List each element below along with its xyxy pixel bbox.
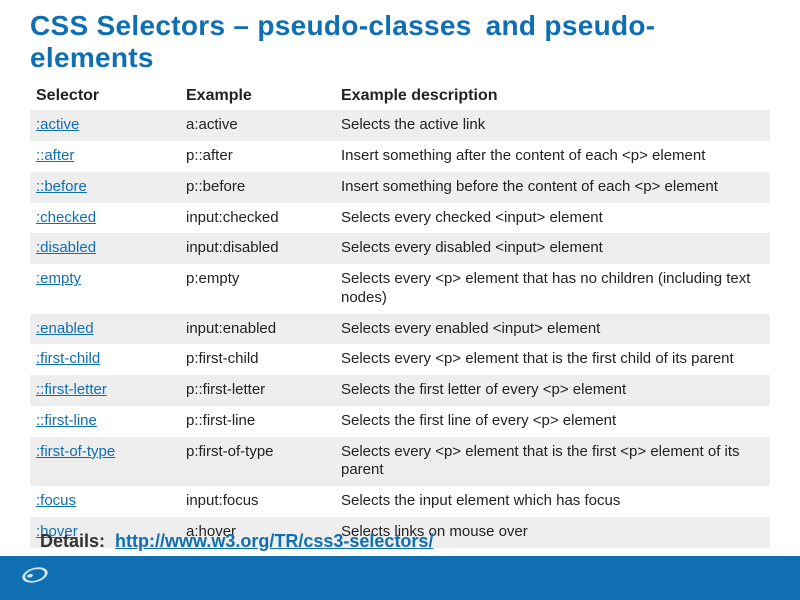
selector-cell: :disabled [30,233,180,264]
selector-cell: ::first-letter [30,375,180,406]
table-row: :disabled input:disabledSelects every dis… [30,233,770,264]
description-cell: Selects every <p> element that is the fi… [335,437,770,487]
details-line: Details: http://www.w3.org/TR/css3-selec… [40,531,433,552]
description-cell: Selects every <p> element that has no ch… [335,264,770,314]
selector-link[interactable]: :disabled [36,239,96,256]
col-description: Example description [335,82,770,110]
table-row: ::first-letter p::first-letterSelects the… [30,375,770,406]
example-cell: p::first-letter [180,375,335,406]
selector-link[interactable]: ::first-line [36,412,97,429]
table-row: ::before p::beforeInsert something before… [30,172,770,203]
table-header: Selector Example Example description [30,82,770,110]
table-row: :enabled input:enabledSelects every enabl… [30,314,770,345]
selector-cell: :focus [30,486,180,517]
table-row: :checked input:checkedSelects every check… [30,203,770,234]
example-cell: input:disabled [180,233,335,264]
table-row: :focus input:focusSelects the input eleme… [30,486,770,517]
table-row: :first-of-type p:first-of-typeSelects eve… [30,437,770,487]
description-cell: Selects the first line of every <p> elem… [335,406,770,437]
description-cell: Selects every <p> element that is the fi… [335,344,770,375]
selector-link[interactable]: :first-child [36,350,100,367]
selector-cell: :first-child [30,344,180,375]
description-cell: Insert something after the content of ea… [335,141,770,172]
selector-link[interactable]: :first-of-type [36,443,115,460]
selector-link[interactable]: ::first-letter [36,381,107,398]
selector-cell: ::after [30,141,180,172]
footer-bar [0,556,800,600]
table-row: :empty p:emptySelects every <p> element t… [30,264,770,314]
example-cell: p:first-child [180,344,335,375]
example-cell: p:first-of-type [180,437,335,487]
example-cell: input:enabled [180,314,335,345]
selector-cell: :checked [30,203,180,234]
description-cell: Selects every enabled <input> element [335,314,770,345]
selector-link[interactable]: ::before [36,178,87,195]
example-cell: p::before [180,172,335,203]
selector-cell: ::first-line [30,406,180,437]
example-cell: input:focus [180,486,335,517]
table-row: ::first-line p::first-lineSelects the fir… [30,406,770,437]
description-cell: Selects every disabled <input> element [335,233,770,264]
logo-icon [21,565,50,586]
title-part-a: CSS Selectors – pseudo-classes [30,10,472,41]
details-label: Details: [40,531,105,551]
table-body: :active a:activeSelects the active link::… [30,110,770,547]
selector-cell: :first-of-type [30,437,180,487]
description-cell: Selects the input element which has focu… [335,486,770,517]
selector-cell: ::before [30,172,180,203]
table-row: ::after p::afterInsert something after th… [30,141,770,172]
col-example: Example [180,82,335,110]
selector-link[interactable]: :empty [36,270,81,287]
example-cell: input:checked [180,203,335,234]
example-cell: a:active [180,110,335,141]
example-cell: p::after [180,141,335,172]
selector-cell: :empty [30,264,180,314]
table-row: :first-child p:first-childSelects every <… [30,344,770,375]
selector-cell: :active [30,110,180,141]
example-cell: p:empty [180,264,335,314]
description-cell: Insert something before the content of e… [335,172,770,203]
page-title: CSS Selectors – pseudo-classesand pseudo… [30,10,770,74]
details-link[interactable]: http://www.w3.org/TR/css3-selectors/ [115,531,433,551]
selectors-table: Selector Example Example description :ac… [30,82,770,547]
example-cell: p::first-line [180,406,335,437]
description-cell: Selects every checked <input> element [335,203,770,234]
selector-link[interactable]: :enabled [36,320,94,337]
selector-cell: :enabled [30,314,180,345]
col-selector: Selector [30,82,180,110]
selector-link[interactable]: ::after [36,147,74,164]
selector-link[interactable]: :focus [36,492,76,509]
description-cell: Selects the first letter of every <p> el… [335,375,770,406]
slide: CSS Selectors – pseudo-classesand pseudo… [0,0,800,548]
table-row: :active a:activeSelects the active link [30,110,770,141]
selector-link[interactable]: :checked [36,209,96,226]
description-cell: Selects the active link [335,110,770,141]
selector-link[interactable]: :active [36,116,79,133]
